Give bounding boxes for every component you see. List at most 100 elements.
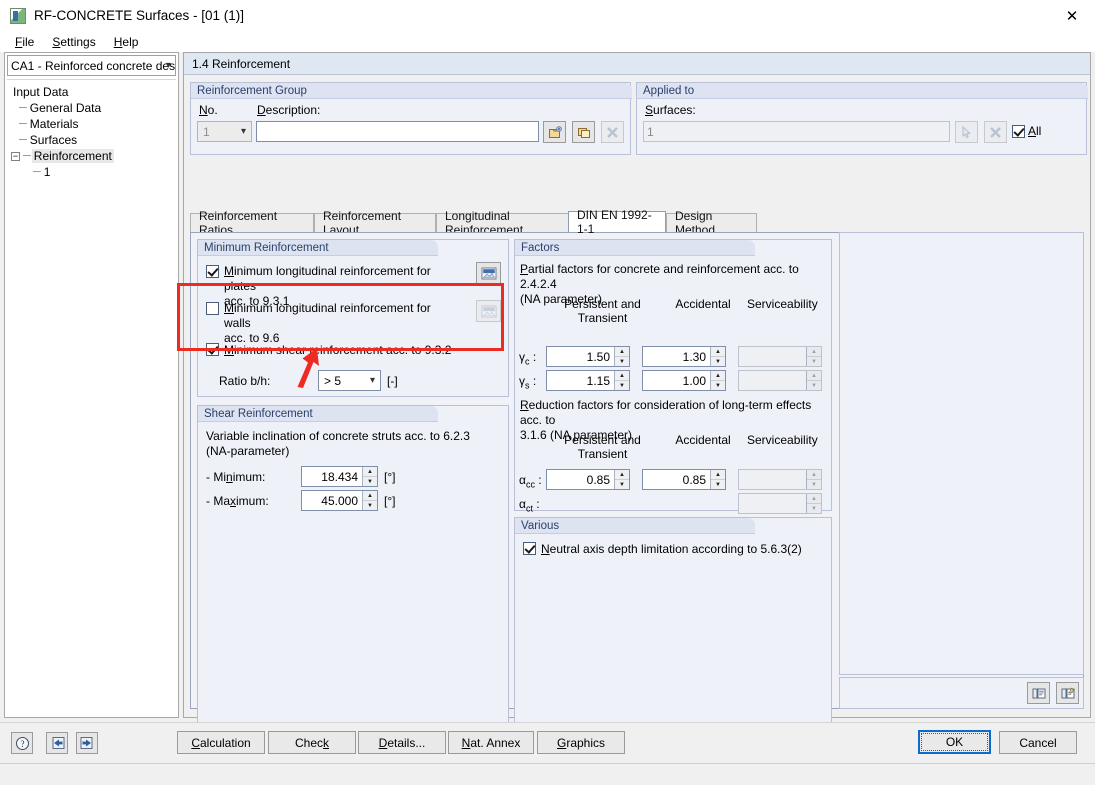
chevron-down-icon: ▾ xyxy=(370,371,375,390)
tab-reinforcement-layout[interactable]: Reinforcement Layout xyxy=(314,213,436,232)
nat-annex-button[interactable]: Nat. Annex xyxy=(448,731,534,754)
spinner-down-icon[interactable]: ▼ xyxy=(807,504,821,513)
spinner-buttons[interactable]: ▲▼ xyxy=(710,347,725,366)
spinner-up-icon[interactable]: ▲ xyxy=(615,347,629,357)
design-situation-combo[interactable]: CA1 - Reinforced concrete desi ▾ xyxy=(7,55,176,76)
spinner-buttons[interactable]: ▲▼ xyxy=(614,347,629,366)
pick-surface-icon[interactable] xyxy=(955,121,978,143)
check-button[interactable]: Check xyxy=(268,731,356,754)
delete-group-icon[interactable] xyxy=(601,121,624,143)
spinner-up-icon[interactable]: ▲ xyxy=(711,347,725,357)
neutral-axis-checkbox[interactable]: Neutral axis depth limitation according … xyxy=(523,542,802,556)
tree-item-surfaces[interactable]: ─ Surfaces xyxy=(7,132,176,148)
lbl-b: inimum longitudinal reinforcement for wa… xyxy=(224,301,431,330)
min-angle-spinner[interactable]: 18.434 ▲▼ xyxy=(301,466,378,487)
ratio-bh-combo[interactable]: > 5 ▾ xyxy=(318,370,381,391)
group-description-input[interactable] xyxy=(256,121,539,142)
tab-design-method[interactable]: Design Method xyxy=(666,213,757,232)
spinner-buttons[interactable]: ▲▼ xyxy=(806,371,821,390)
next-arrow-icon[interactable] xyxy=(76,732,98,754)
gamma-s-serviceability-spinner[interactable]: ▲▼ xyxy=(738,370,822,391)
tree-item-reinforcement-1[interactable]: ─ 1 xyxy=(7,164,176,180)
gamma-c-accidental-spinner[interactable]: 1.30 ▲▼ xyxy=(642,346,726,367)
spinner-up-icon[interactable]: ▲ xyxy=(807,494,821,504)
checkbox-icon[interactable] xyxy=(1012,125,1025,138)
gamma-c-persistent-spinner[interactable]: 1.50 ▲▼ xyxy=(546,346,630,367)
graphics-button[interactable]: Graphics xyxy=(537,731,625,754)
spinner-buttons[interactable]: ▲▼ xyxy=(806,347,821,366)
spinner-up-icon[interactable]: ▲ xyxy=(615,371,629,381)
spinner-buttons[interactable]: ▲▼ xyxy=(362,491,377,510)
ok-button[interactable]: OK xyxy=(918,730,991,754)
tree-item-input-data[interactable]: Input Data xyxy=(7,84,176,100)
spinner-up-icon[interactable]: ▲ xyxy=(363,467,377,477)
preview-panel[interactable] xyxy=(839,232,1084,675)
spinner-up-icon[interactable]: ▲ xyxy=(807,371,821,381)
spinner-down-icon[interactable]: ▼ xyxy=(711,381,725,390)
copy-group-icon[interactable] xyxy=(572,121,595,143)
details-list-icon[interactable] xyxy=(1027,682,1050,704)
spinner-down-icon[interactable]: ▼ xyxy=(363,501,377,510)
tree-item-materials[interactable]: ─ Materials xyxy=(7,116,176,132)
menu-item-settings[interactable]: Settings xyxy=(43,33,104,51)
spinner-down-icon[interactable]: ▼ xyxy=(615,480,629,489)
alpha-cc-accidental-spinner[interactable]: 0.85 ▲▼ xyxy=(642,469,726,490)
group-number-combo[interactable]: 1 ▾ xyxy=(197,121,252,142)
checkbox-icon[interactable] xyxy=(206,302,219,315)
calculation-button[interactable]: Calculation xyxy=(177,731,265,754)
spinner-buttons[interactable]: ▲▼ xyxy=(710,470,725,489)
gamma-s-accidental-spinner[interactable]: 1.00 ▲▼ xyxy=(642,370,726,391)
menu-item-file[interactable]: FFileile xyxy=(6,33,43,51)
previous-arrow-icon[interactable] xyxy=(46,732,68,754)
clear-selection-icon[interactable] xyxy=(984,121,1007,143)
checkbox-icon[interactable] xyxy=(206,343,219,356)
spinner-buttons[interactable]: ▲▼ xyxy=(614,470,629,489)
spinner-down-icon[interactable]: ▼ xyxy=(615,381,629,390)
alpha-cc-persistent-spinner[interactable]: 0.85 ▲▼ xyxy=(546,469,630,490)
spinner-buttons[interactable]: ▲▼ xyxy=(614,371,629,390)
tab-reinforcement-ratios[interactable]: Reinforcement Ratios xyxy=(190,213,314,232)
surfaces-input[interactable]: 1 xyxy=(643,121,950,142)
spinner-down-icon[interactable]: ▼ xyxy=(711,357,725,366)
tab-din-en-1992-1-1[interactable]: DIN EN 1992-1-1 xyxy=(568,211,666,232)
checkbox-icon[interactable] xyxy=(206,265,219,278)
preview-image-icon[interactable] xyxy=(476,300,501,322)
alpha-cc-serviceability-spinner[interactable]: ▲▼ xyxy=(738,469,822,490)
preview-image-icon[interactable] xyxy=(476,262,501,284)
spinner-up-icon[interactable]: ▲ xyxy=(615,470,629,480)
spinner-buttons[interactable]: ▲▼ xyxy=(362,467,377,486)
window-title: RF-CONCRETE Surfaces - [01 (1)] xyxy=(34,8,244,23)
spinner-buttons[interactable]: ▲▼ xyxy=(806,470,821,489)
spinner-up-icon[interactable]: ▲ xyxy=(711,371,725,381)
tree-item-general-data[interactable]: ─ General Data xyxy=(7,100,176,116)
spinner-buttons[interactable]: ▲▼ xyxy=(806,494,821,513)
max-angle-spinner[interactable]: 45.000 ▲▼ xyxy=(301,490,378,511)
spinner-down-icon[interactable]: ▼ xyxy=(807,480,821,489)
min-shear-checkbox[interactable]: Minimum shear reinforcement acc. to 9.3.… xyxy=(206,343,451,357)
spinner-down-icon[interactable]: ▼ xyxy=(807,381,821,390)
help-question-icon[interactable]: ? xyxy=(11,732,33,754)
gamma-s-persistent-spinner[interactable]: 1.15 ▲▼ xyxy=(546,370,630,391)
spinner-down-icon[interactable]: ▼ xyxy=(807,357,821,366)
spinner-up-icon[interactable]: ▲ xyxy=(807,470,821,480)
cancel-button[interactable]: Cancel xyxy=(999,731,1077,754)
spinner-up-icon[interactable]: ▲ xyxy=(363,491,377,501)
menu-item-help[interactable]: Help xyxy=(105,33,148,51)
details-list-edit-icon[interactable] xyxy=(1056,682,1079,704)
details-button[interactable]: Details... xyxy=(358,731,446,754)
all-surfaces-checkbox[interactable]: All xyxy=(1012,124,1041,138)
tab-longitudinal-reinforcement[interactable]: Longitudinal Reinforcement xyxy=(436,213,588,232)
spinner-down-icon[interactable]: ▼ xyxy=(711,480,725,489)
tree-item-reinforcement[interactable]: − ─ Reinforcement xyxy=(7,148,176,164)
spinner-down-icon[interactable]: ▼ xyxy=(363,477,377,486)
spinner-buttons[interactable]: ▲▼ xyxy=(710,371,725,390)
gamma-c-serviceability-spinner[interactable]: ▲▼ xyxy=(738,346,822,367)
new-group-icon[interactable] xyxy=(543,121,566,143)
spinner-up-icon[interactable]: ▲ xyxy=(711,470,725,480)
collapse-icon[interactable]: − xyxy=(11,152,20,161)
checkbox-icon[interactable] xyxy=(523,542,536,555)
alpha-ct-serviceability-spinner[interactable]: ▲▼ xyxy=(738,493,822,514)
spinner-up-icon[interactable]: ▲ xyxy=(807,347,821,357)
close-icon[interactable]: ✕ xyxy=(1049,0,1095,31)
spinner-down-icon[interactable]: ▼ xyxy=(615,357,629,366)
